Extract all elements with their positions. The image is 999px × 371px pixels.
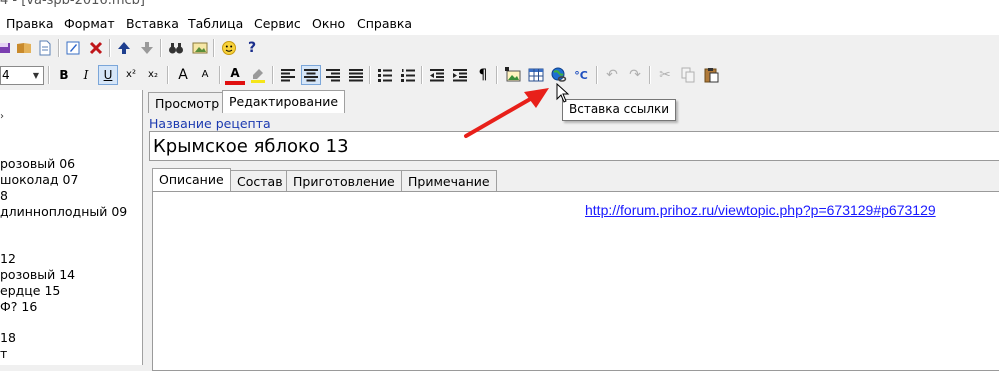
- find-binoculars-icon[interactable]: [166, 38, 186, 58]
- copy-icon[interactable]: [678, 65, 698, 85]
- grow-font-button[interactable]: A: [173, 65, 193, 85]
- toolbar-separator: [167, 66, 169, 84]
- align-left-icon[interactable]: [278, 65, 298, 85]
- tab-ingredients[interactable]: Состав: [230, 170, 290, 191]
- toolbar-separator: [219, 66, 221, 84]
- tree-item[interactable]: 18: [0, 330, 16, 345]
- menu-service[interactable]: Сервис: [254, 16, 301, 31]
- tab-view[interactable]: Просмотр: [148, 92, 227, 113]
- menu-help[interactable]: Справка: [357, 16, 412, 31]
- tooltip: Вставка ссылки: [562, 99, 677, 121]
- insert-link-globe-icon[interactable]: [549, 65, 569, 85]
- insert-table-icon[interactable]: [526, 65, 546, 85]
- tab-description[interactable]: Описание: [152, 168, 231, 191]
- save-icon[interactable]: [0, 38, 14, 58]
- menu-table[interactable]: Таблица: [188, 16, 243, 31]
- cut-icon[interactable]: ✂: [655, 65, 675, 85]
- description-editor[interactable]: http://forum.prihoz.ru/viewtopic.php?p=6…: [152, 191, 999, 371]
- tree-item[interactable]: шоколад 07: [0, 172, 78, 187]
- menu-edit[interactable]: Правка: [6, 16, 54, 31]
- new-document-icon[interactable]: [35, 38, 55, 58]
- menu-format[interactable]: Формат: [64, 16, 115, 31]
- toolbar-separator: [160, 39, 162, 57]
- window-title: 4 - [va-spb-2016.mcb]: [0, 0, 145, 8]
- redo-icon[interactable]: ↷: [625, 65, 645, 85]
- tree-item[interactable]: длиннoплодный 09: [0, 204, 127, 219]
- tree-item[interactable]: ердце 15: [0, 283, 60, 298]
- menu-bar: Правка Формат Вставка Таблица Сервис Окн…: [0, 13, 999, 35]
- image-gallery-icon[interactable]: [190, 38, 210, 58]
- paste-icon[interactable]: [701, 65, 721, 85]
- tree-item[interactable]: 8: [0, 188, 8, 203]
- font-color-button[interactable]: A: [225, 65, 245, 85]
- recipe-name-value: Крымское яблоко 13: [153, 136, 349, 157]
- title-bar: 4 - [va-spb-2016.mcb]: [0, 0, 999, 13]
- tree-item[interactable]: т: [0, 346, 7, 361]
- toolbar-separator: [369, 66, 371, 84]
- subscript-button[interactable]: x₂: [143, 65, 163, 85]
- increase-indent-icon[interactable]: [450, 65, 470, 85]
- numbered-list-icon[interactable]: [398, 65, 418, 85]
- chevron-down-icon[interactable]: ▼: [29, 67, 43, 84]
- toolbar-separator: [109, 39, 111, 57]
- recipe-tree[interactable]: › розовый 06 шоколад 07 8 длиннoплодный …: [0, 90, 143, 365]
- formatting-toolbar: 4 ▼ B I U x² x₂ A A A ¶ °C ↶ ↷ ✂: [0, 62, 999, 89]
- arrow-up-icon[interactable]: [114, 38, 134, 58]
- align-justify-icon[interactable]: [346, 65, 366, 85]
- recipe-editor: Просмотр Редактирование Название рецепта…: [145, 90, 999, 371]
- menu-insert[interactable]: Вставка: [126, 16, 179, 31]
- tab-edit[interactable]: Редактирование: [222, 90, 346, 113]
- toolbar-separator: [596, 66, 598, 84]
- font-size-value: 4: [2, 68, 10, 82]
- arrow-down-icon[interactable]: [137, 38, 157, 58]
- superscript-button[interactable]: x²: [121, 65, 141, 85]
- recipe-name-field[interactable]: Крымское яблоко 13: [149, 131, 999, 161]
- forum-link[interactable]: http://forum.prihoz.ru/viewtopic.php?p=6…: [585, 202, 936, 218]
- undo-icon[interactable]: ↶: [602, 65, 622, 85]
- help-icon[interactable]: ?: [242, 38, 262, 58]
- bold-button[interactable]: B: [54, 65, 74, 85]
- tab-preparation[interactable]: Приготовление: [286, 170, 402, 191]
- align-right-icon[interactable]: [323, 65, 343, 85]
- book-icon[interactable]: [14, 38, 34, 58]
- insert-degree-button[interactable]: °C: [571, 65, 591, 85]
- tree-item[interactable]: розовый 06: [0, 156, 75, 171]
- underline-button[interactable]: U: [98, 65, 118, 85]
- toolbar-separator: [649, 66, 651, 84]
- recipe-name-label: Название рецепта: [149, 116, 271, 131]
- tree-item[interactable]: розовый 14: [0, 267, 75, 282]
- highlighter-icon[interactable]: [248, 65, 268, 85]
- font-size-select[interactable]: 4 ▼: [0, 66, 44, 85]
- delete-icon[interactable]: [86, 38, 106, 58]
- smiley-icon[interactable]: [219, 38, 239, 58]
- align-center-icon[interactable]: [301, 65, 321, 85]
- shrink-font-button[interactable]: A: [195, 65, 215, 85]
- toolbar-separator: [58, 39, 60, 57]
- menu-window[interactable]: Окно: [312, 16, 345, 31]
- toolbar-separator: [48, 66, 50, 84]
- italic-button[interactable]: I: [76, 65, 96, 85]
- tree-item[interactable]: Ф? 16: [0, 299, 37, 314]
- tab-notes[interactable]: Примечание: [401, 170, 497, 191]
- toolbar-separator: [272, 66, 274, 84]
- toolbar-separator: [213, 39, 215, 57]
- standard-toolbar: ?: [0, 35, 999, 61]
- decrease-indent-icon[interactable]: [427, 65, 447, 85]
- tree-marker: ›: [0, 111, 4, 122]
- toolbar-separator: [421, 66, 423, 84]
- mouse-cursor-icon: [556, 83, 570, 103]
- bullet-list-icon[interactable]: [375, 65, 395, 85]
- tree-item[interactable]: 12: [0, 251, 16, 266]
- insert-image-icon[interactable]: [503, 65, 523, 85]
- edit-record-icon[interactable]: [63, 38, 83, 58]
- toolbar-separator: [496, 66, 498, 84]
- pilcrow-button[interactable]: ¶: [473, 65, 493, 85]
